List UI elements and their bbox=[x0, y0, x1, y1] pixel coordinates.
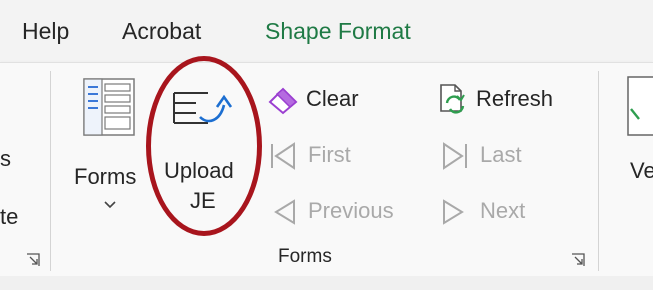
group-separator bbox=[50, 71, 51, 271]
menu-bar: Help Acrobat Shape Format bbox=[0, 0, 653, 62]
first-button[interactable]: First bbox=[268, 139, 368, 175]
ribbon: s te Forms Upload JE Clear First Previou… bbox=[0, 62, 653, 277]
last-button[interactable]: Last bbox=[440, 139, 540, 175]
next-button[interactable]: Next bbox=[440, 195, 540, 231]
clear-button[interactable]: Clear bbox=[266, 83, 376, 119]
left-partial-label-top[interactable]: s bbox=[0, 145, 11, 173]
left-partial-label-bottom[interactable]: te bbox=[0, 203, 18, 231]
tab-help[interactable]: Help bbox=[22, 16, 69, 46]
next-arrow-icon bbox=[443, 199, 464, 225]
refresh-button[interactable]: Refresh bbox=[438, 83, 578, 119]
clear-label: Clear bbox=[306, 86, 359, 111]
upload-label-line1: Upload bbox=[164, 158, 234, 183]
refresh-icon bbox=[440, 84, 465, 114]
last-label: Last bbox=[480, 142, 522, 167]
forms-dialog-launcher-icon[interactable] bbox=[571, 253, 585, 267]
previous-button[interactable]: Previous bbox=[268, 195, 418, 231]
right-partial-label[interactable]: Ve bbox=[630, 157, 653, 185]
upload-je-button[interactable]: Upload JE bbox=[158, 69, 252, 229]
forms-button[interactable]: Forms bbox=[62, 69, 150, 209]
refresh-label: Refresh bbox=[476, 86, 554, 111]
chevron-down-icon bbox=[104, 201, 116, 209]
upload-icon bbox=[173, 92, 233, 124]
form-icon bbox=[83, 78, 135, 136]
forms-button-label: Forms bbox=[74, 164, 137, 189]
dialog-launcher-icon[interactable] bbox=[26, 253, 40, 267]
tab-acrobat[interactable]: Acrobat bbox=[122, 16, 201, 46]
last-arrow-icon bbox=[443, 142, 467, 170]
upload-label-line2: JE bbox=[190, 188, 216, 213]
group-separator bbox=[598, 71, 599, 271]
first-label: First bbox=[308, 142, 351, 167]
verify-icon[interactable] bbox=[627, 75, 653, 139]
next-label: Next bbox=[480, 198, 526, 223]
forms-group-label: Forms bbox=[278, 246, 332, 267]
previous-arrow-icon bbox=[274, 199, 295, 225]
eraser-icon bbox=[268, 87, 298, 115]
tab-shape-format[interactable]: Shape Format bbox=[265, 16, 411, 46]
bottom-strip bbox=[0, 276, 653, 290]
previous-label: Previous bbox=[308, 198, 394, 223]
first-arrow-icon bbox=[271, 142, 295, 170]
